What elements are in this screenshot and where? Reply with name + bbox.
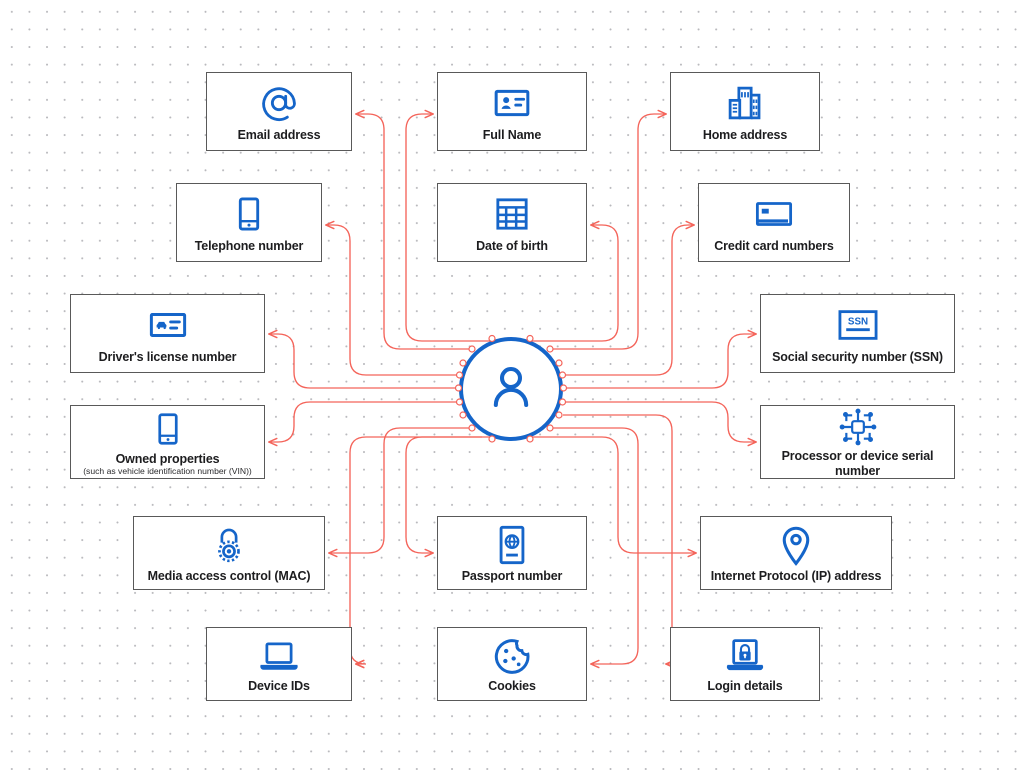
node-label: Processor or device serial number [781,449,934,478]
node-home-address[interactable]: Home address [670,72,820,151]
node-label: Driver's license number [98,350,237,365]
node-ip-address[interactable]: Internet Protocol (IP) address [700,516,892,590]
node-label: Email address [237,128,321,143]
node-passport-number[interactable]: Passport number [437,516,587,590]
node-label: Date of birth [476,239,548,254]
credit-card-icon [753,191,795,237]
node-login-details[interactable]: Login details [670,627,820,701]
node-processor-serial-number[interactable]: Processor or device serial number [760,405,955,479]
node-label: Cookies [488,678,536,693]
smartphone-icon [230,191,268,237]
node-drivers-license-number[interactable]: Driver's license number [70,294,265,373]
ssn-card-icon: SSN [836,302,880,348]
node-full-name[interactable]: Full Name [437,72,587,151]
node-credit-card-numbers[interactable]: Credit card numbers [698,183,850,262]
node-telephone-number[interactable]: Telephone number [176,183,322,262]
node-label: Owned properties [115,451,220,466]
node-label: Internet Protocol (IP) address [710,568,882,583]
node-label: Device IDs [248,678,310,693]
node-social-security-number[interactable]: SSN Social security number (SSN) [760,294,955,373]
node-sublabel: (such as vehicle identification number (… [83,465,252,476]
map-pin-icon [780,523,812,567]
node-label: Credit card numbers [714,239,834,254]
diagram-canvas: Email address Full Name Home address Tel… [0,0,1024,776]
cookie-icon [492,635,532,677]
node-owned-properties[interactable]: Owned properties (such as vehicle identi… [70,405,265,479]
chip-network-icon [838,406,878,447]
node-cookies[interactable]: Cookies [437,627,587,701]
node-label: Media access control (MAC) [147,568,311,583]
node-device-ids[interactable]: Device IDs [206,627,352,701]
person-icon [484,360,538,419]
node-label: Login details [707,678,783,693]
node-label: Social security number (SSN) [772,350,943,365]
id-card-person-icon [492,80,532,126]
padlock-dotted-icon [210,523,248,567]
svg-text:SSN: SSN [847,317,867,328]
center-person-node[interactable] [459,337,563,441]
node-email-address[interactable]: Email address [206,72,352,151]
node-label: Passport number [461,568,563,583]
license-car-icon [147,302,189,348]
at-sign-icon [259,80,299,126]
laptop-icon [258,635,300,677]
passport-icon [495,523,529,567]
node-label: Full Name [482,128,542,143]
node-mac-address[interactable]: Media access control (MAC) [133,516,325,590]
node-date-of-birth[interactable]: Date of birth [437,183,587,262]
smartphone-icon [150,408,186,450]
laptop-lock-icon [724,635,766,677]
buildings-icon [724,80,766,126]
calendar-grid-icon [492,191,532,237]
node-label: Telephone number [194,239,304,254]
node-label: Home address [702,128,788,143]
